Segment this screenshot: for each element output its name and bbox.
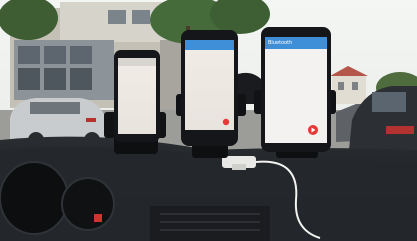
phone-left-appbar <box>118 58 156 66</box>
phone-right-app-title: Bluetooth <box>268 40 293 46</box>
phone-right-screen <box>265 37 327 143</box>
warning-light <box>94 214 102 222</box>
instrument-cluster <box>0 161 69 235</box>
phone-left-screen <box>118 58 156 134</box>
phone-center-appbar <box>185 40 234 50</box>
air-vent <box>150 206 270 241</box>
phone-center-fab <box>222 118 230 126</box>
car-dashboard-photo <box>0 0 417 241</box>
phone-center-screen <box>185 40 234 130</box>
phone-right-appbar-overlay: Bluetooth <box>265 37 327 49</box>
